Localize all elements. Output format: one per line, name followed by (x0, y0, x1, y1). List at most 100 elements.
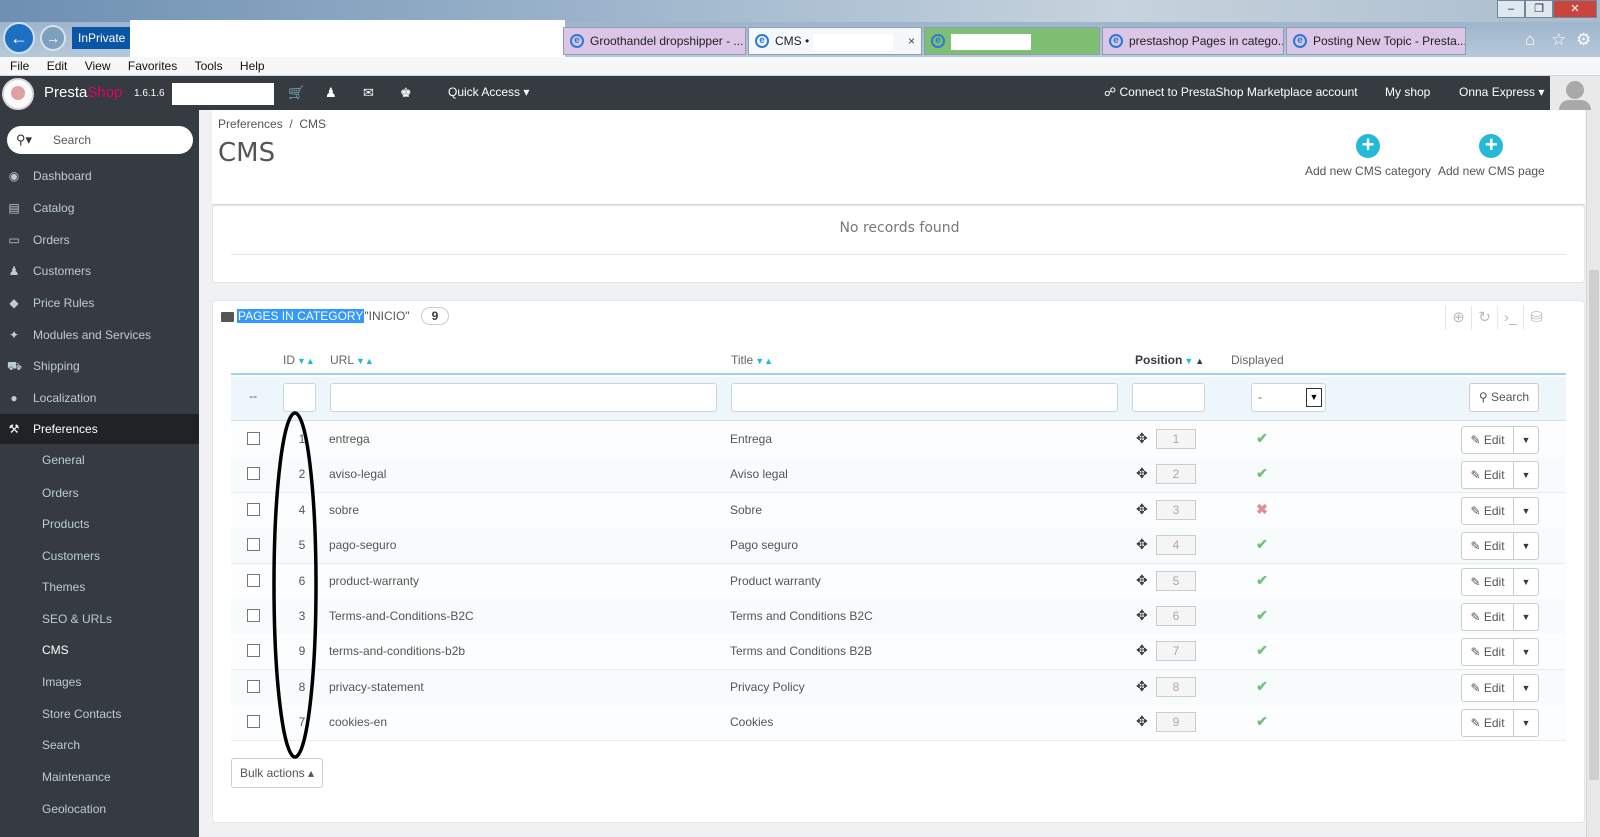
table-row[interactable]: 8 privacy-statement Privacy Policy ✥ 8 ✔… (231, 669, 1566, 706)
row-actions-dropdown[interactable]: ▼ (1514, 569, 1538, 595)
submenu-item-themes[interactable]: Themes (0, 572, 199, 602)
menu-file[interactable]: File (10, 59, 29, 73)
table-row[interactable]: 6 product-warranty Product warranty ✥ 5 … (231, 563, 1566, 600)
row-actions-dropdown[interactable]: ▼ (1514, 427, 1538, 453)
table-row[interactable]: 1 entrega Entrega ✥ 1 ✔ ✎ Edit ▼ (231, 422, 1566, 458)
column-title[interactable]: Title ▼▲ (731, 353, 773, 367)
prestashop-logo[interactable] (2, 78, 34, 110)
sidebar-item-localization[interactable]: ● Localization (0, 383, 199, 413)
refresh-icon[interactable]: ↻ (1471, 306, 1497, 330)
menu-help[interactable]: Help (240, 59, 265, 73)
breadcrumb-parent[interactable]: Preferences (218, 117, 283, 131)
cart-icon[interactable]: 🛒 (288, 85, 304, 101)
sort-arrows-icon[interactable]: ▼▲ (297, 356, 315, 366)
drag-handle-icon[interactable]: ✥ (1136, 678, 1148, 695)
restore-button[interactable]: ❐ (1525, 0, 1553, 18)
scrollbar-thumb[interactable] (1589, 270, 1599, 780)
menu-favorites[interactable]: Favorites (128, 59, 177, 73)
sidebar-item-orders[interactable]: ▭ Orders (0, 225, 199, 255)
browser-tab-active[interactable]: e CMS • × (748, 27, 922, 55)
browser-tab[interactable]: e (924, 27, 1100, 55)
sidebar-item-catalog[interactable]: ▤ Catalog (0, 193, 199, 223)
check-icon[interactable]: ✔ (1251, 642, 1273, 659)
sidebar-item-price-rules[interactable]: ◆ Price Rules (0, 288, 199, 318)
filter-id-input[interactable] (283, 383, 316, 412)
browser-tab[interactable]: e Groothandel dropshipper - ... (563, 27, 746, 55)
filter-title-input[interactable] (731, 383, 1118, 412)
row-checkbox[interactable] (247, 609, 260, 622)
settings-gear-icon[interactable]: ⚙ (1576, 30, 1591, 50)
row-checkbox[interactable] (247, 644, 260, 658)
edit-button[interactable]: ✎ Edit (1462, 604, 1514, 630)
submenu-item-customers[interactable]: Customers (0, 541, 199, 571)
avatar[interactable] (1550, 76, 1600, 110)
submenu-item-search[interactable]: Search (0, 730, 199, 760)
row-checkbox[interactable] (247, 502, 260, 516)
check-icon[interactable]: ✔ (1251, 607, 1273, 624)
sort-arrows-icon[interactable]: ▼▲ (1184, 356, 1204, 366)
edit-button[interactable]: ✎ Edit (1462, 639, 1514, 666)
edit-button[interactable]: ✎ Edit (1462, 568, 1514, 595)
table-row[interactable]: 2 aviso-legal Aviso legal ✥ 2 ✔ ✎ Edit ▼ (231, 457, 1566, 494)
sidebar-item-shipping[interactable]: ⛟ Shipping (0, 351, 199, 381)
column-position[interactable]: Position ▼ ▲ (1135, 353, 1204, 367)
menu-tools[interactable]: Tools (195, 59, 223, 73)
favorites-star-icon[interactable]: ☆ (1551, 30, 1566, 50)
row-actions-dropdown[interactable]: ▼ (1514, 533, 1538, 559)
submenu-item-geolocation[interactable]: Geolocation (0, 794, 199, 824)
edit-button[interactable]: ✎ Edit (1462, 533, 1514, 560)
submenu-item-seo-urls[interactable]: SEO & URLs (0, 604, 199, 634)
sidebar-item-dashboard[interactable]: ◉ Dashboard (0, 161, 199, 191)
column-id[interactable]: ID ▼▲ (283, 353, 315, 367)
drag-handle-icon[interactable]: ✥ (1136, 642, 1148, 659)
check-icon[interactable]: ✔ (1251, 572, 1273, 589)
cross-icon[interactable]: ✖ (1251, 501, 1273, 518)
drag-handle-icon[interactable]: ✥ (1136, 536, 1148, 553)
submenu-item-general[interactable]: General (0, 445, 199, 475)
close-tab-icon[interactable]: × (908, 28, 915, 54)
filter-url-input[interactable] (330, 383, 717, 412)
user-icon[interactable]: ♟ (325, 85, 337, 101)
home-icon[interactable]: ⌂ (1525, 30, 1535, 50)
check-icon[interactable]: ✔ (1251, 678, 1273, 695)
submenu-item-maintenance[interactable]: Maintenance (0, 762, 199, 792)
forward-button[interactable]: → (40, 25, 66, 51)
submenu-item-images[interactable]: Images (0, 667, 199, 697)
row-actions-dropdown[interactable]: ▼ (1514, 675, 1538, 701)
window-close-button[interactable]: ✕ (1553, 0, 1597, 18)
check-icon[interactable]: ✔ (1251, 536, 1273, 553)
row-checkbox[interactable] (247, 573, 260, 587)
table-row[interactable]: 5 pago-seguro Pago seguro ✥ 4 ✔ ✎ Edit ▼ (231, 528, 1566, 565)
back-button[interactable]: ← (3, 22, 35, 54)
edit-button[interactable]: ✎ Edit (1462, 674, 1514, 701)
sql-query-icon[interactable]: ›_ (1497, 306, 1523, 330)
drag-handle-icon[interactable]: ✥ (1136, 465, 1148, 482)
row-checkbox[interactable] (247, 679, 260, 693)
row-actions-dropdown[interactable]: ▼ (1514, 639, 1538, 665)
drag-handle-icon[interactable]: ✥ (1136, 713, 1148, 730)
trophy-icon[interactable]: ♚ (400, 85, 412, 101)
sort-arrows-icon[interactable]: ▼▲ (356, 356, 374, 366)
sidebar-item-modules[interactable]: ✦ Modules and Services (0, 320, 199, 350)
row-actions-dropdown[interactable]: ▼ (1514, 462, 1538, 488)
header-search-input[interactable] (172, 83, 274, 105)
user-menu[interactable]: Onna Express ▾ (1459, 85, 1544, 99)
menu-edit[interactable]: Edit (47, 59, 68, 73)
row-actions-dropdown[interactable]: ▼ (1514, 710, 1538, 736)
sidebar-item-preferences[interactable]: ⚒ Preferences (0, 414, 199, 444)
add-icon[interactable]: ⊕ (1445, 306, 1471, 330)
envelope-icon[interactable]: ✉ (363, 85, 374, 101)
table-row[interactable]: 7 cookies-en Cookies ✥ 9 ✔ ✎ Edit ▼ (231, 705, 1566, 742)
row-actions-dropdown[interactable]: ▼ (1514, 604, 1538, 630)
address-bar[interactable] (130, 20, 565, 57)
table-row[interactable]: 3 Terms-and-Conditions-B2C Terms and Con… (231, 599, 1566, 635)
row-actions-dropdown[interactable]: ▼ (1514, 498, 1538, 524)
page-scrollbar[interactable] (1586, 110, 1600, 837)
drag-handle-icon[interactable]: ✥ (1136, 501, 1148, 518)
check-icon[interactable]: ✔ (1251, 430, 1273, 447)
sort-arrows-icon[interactable]: ▼▲ (755, 356, 773, 366)
table-row[interactable]: 4 sobre Sobre ✥ 3 ✖ ✎ Edit ▼ (231, 492, 1566, 529)
drag-handle-icon[interactable]: ✥ (1136, 572, 1148, 589)
sidebar-search-input[interactable]: ⚲▾ Search (7, 126, 193, 154)
row-checkbox[interactable] (247, 715, 260, 729)
